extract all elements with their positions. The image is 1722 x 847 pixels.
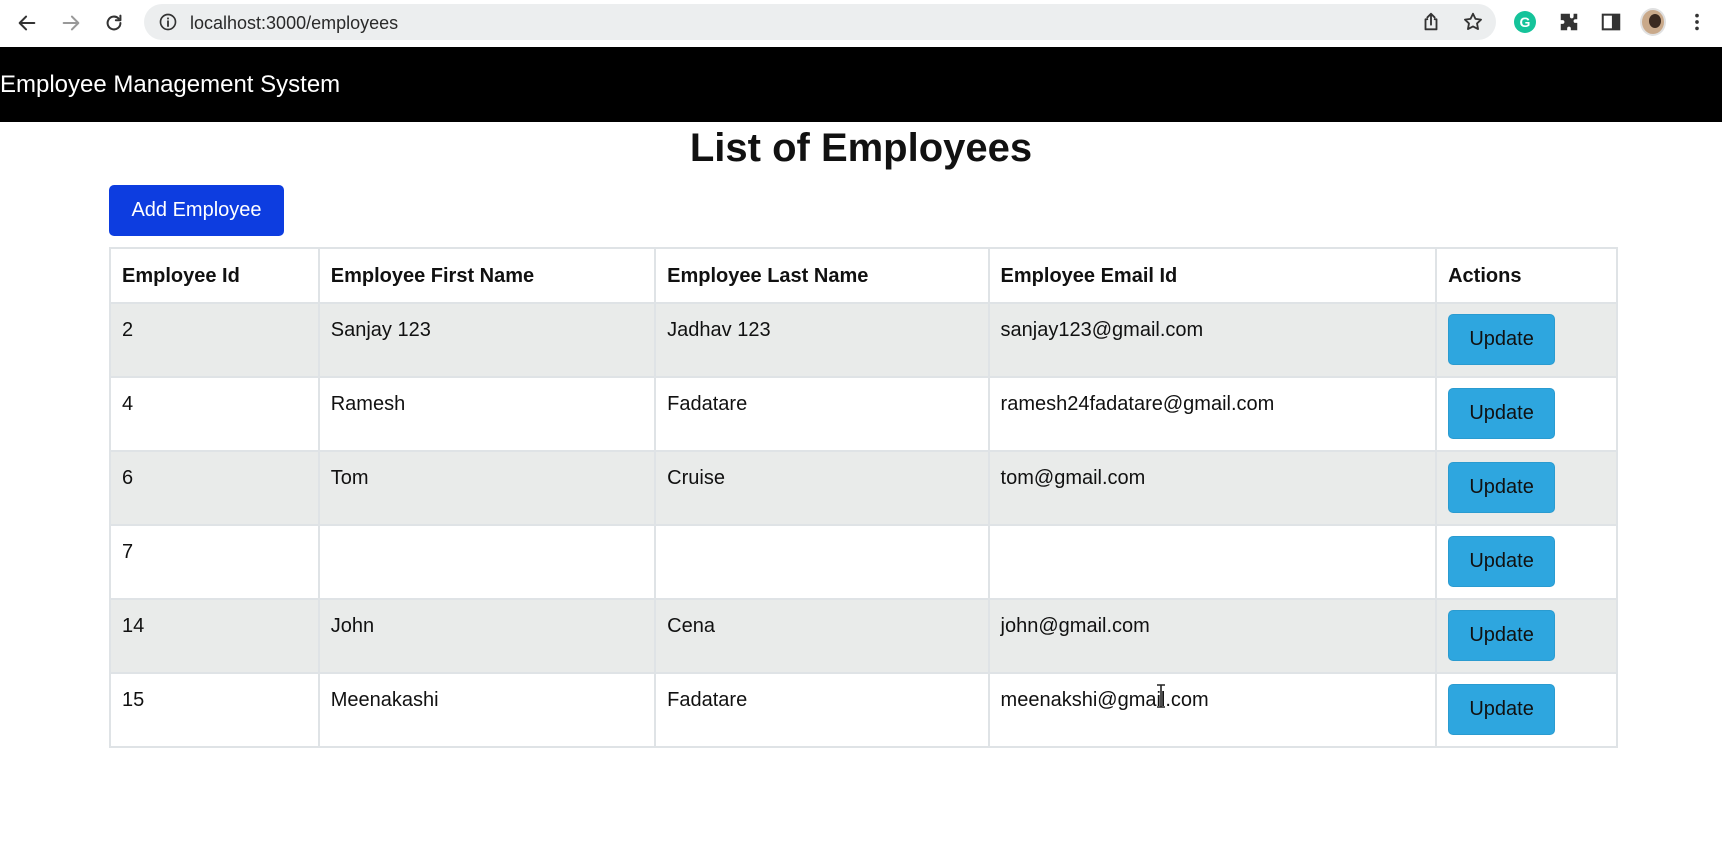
email-cell [987,524,1438,600]
update-button[interactable]: Update [1448,536,1556,587]
app-header: Employee Management System [0,47,1722,122]
grammarly-icon: G [1514,11,1536,33]
last-name-cell: Jadhav 123 [654,302,990,378]
update-button[interactable]: Update [1448,610,1556,661]
last-name-cell: Fadatare [654,672,990,748]
back-icon[interactable] [12,8,42,38]
table-row: 6 Tom Cruise tom@gmail.com Update [109,450,1618,526]
column-header-last-name: Employee Last Name [654,247,990,304]
employee-id-cell: 6 [109,450,320,526]
email-cell: meenakshi@gmail.com [987,672,1438,748]
update-button[interactable]: Update [1448,462,1556,513]
email-cell: ramesh24fadatare@gmail.com [987,376,1438,452]
browser-menu-icon[interactable] [1684,9,1710,35]
share-icon[interactable] [1420,11,1442,33]
reload-icon[interactable] [99,8,129,38]
last-name-cell: Cruise [654,450,990,526]
column-header-employee-id: Employee Id [109,247,320,304]
actions-cell: Update [1435,450,1618,526]
table-row: 14 John Cena john@gmail.com Update [109,598,1618,674]
email-cell: john@gmail.com [987,598,1438,674]
app-brand-title[interactable]: Employee Management System [0,71,340,99]
email-cell: sanjay123@gmail.com [987,302,1438,378]
address-bar[interactable]: localhost:3000/employees [144,4,1496,40]
first-name-cell: John [317,598,657,674]
first-name-cell: Meenakashi [317,672,657,748]
url-text: localhost:3000/employees [190,13,399,33]
actions-cell: Update [1435,302,1618,378]
grammarly-extension-icon[interactable]: G [1512,9,1538,35]
employees-table: Employee Id Employee First Name Employee… [109,247,1618,748]
first-name-cell: Ramesh [317,376,657,452]
email-cell: tom@gmail.com [987,450,1438,526]
table-row: 7 Update [109,524,1618,600]
employee-id-cell: 2 [109,302,320,378]
first-name-cell [317,524,657,600]
text-cursor-icon [1157,684,1165,708]
avatar [1640,8,1666,36]
bookmark-star-icon[interactable] [1462,11,1484,33]
last-name-cell: Cena [654,598,990,674]
actions-cell: Update [1435,598,1618,674]
first-name-cell: Sanjay 123 [317,302,657,378]
employee-id-cell: 14 [109,598,320,674]
first-name-cell: Tom [317,450,657,526]
actions-cell: Update [1435,376,1618,452]
update-button[interactable]: Update [1448,388,1556,439]
actions-cell: Update [1435,524,1618,600]
side-panel-icon[interactable] [1598,9,1624,35]
table-row: 2 Sanjay 123 Jadhav 123 sanjay123@gmail.… [109,302,1618,378]
column-header-actions: Actions [1435,247,1618,304]
column-header-first-name: Employee First Name [317,247,657,304]
table-row: 4 Ramesh Fadatare ramesh24fadatare@gmail… [109,376,1618,452]
employee-id-cell: 15 [109,672,320,748]
browser-toolbar: localhost:3000/employees G [0,0,1722,46]
employee-id-cell: 4 [109,376,320,452]
add-employee-button[interactable]: Add Employee [109,185,284,236]
update-button[interactable]: Update [1448,684,1556,735]
forward-icon[interactable] [56,8,86,38]
last-name-cell: Fadatare [654,376,990,452]
table-header-row: Employee Id Employee First Name Employee… [109,247,1618,304]
column-header-email: Employee Email Id [987,247,1438,304]
last-name-cell [654,524,990,600]
page-title: List of Employees [689,126,1033,170]
update-button[interactable]: Update [1448,314,1556,365]
employee-id-cell: 7 [109,524,320,600]
extensions-puzzle-icon[interactable] [1556,9,1582,35]
actions-cell: Update [1435,672,1618,748]
profile-avatar[interactable] [1640,8,1666,36]
table-row: 15 Meenakashi Fadatare meenakshi@gmail.c… [109,672,1618,748]
site-info-icon[interactable] [158,12,178,32]
